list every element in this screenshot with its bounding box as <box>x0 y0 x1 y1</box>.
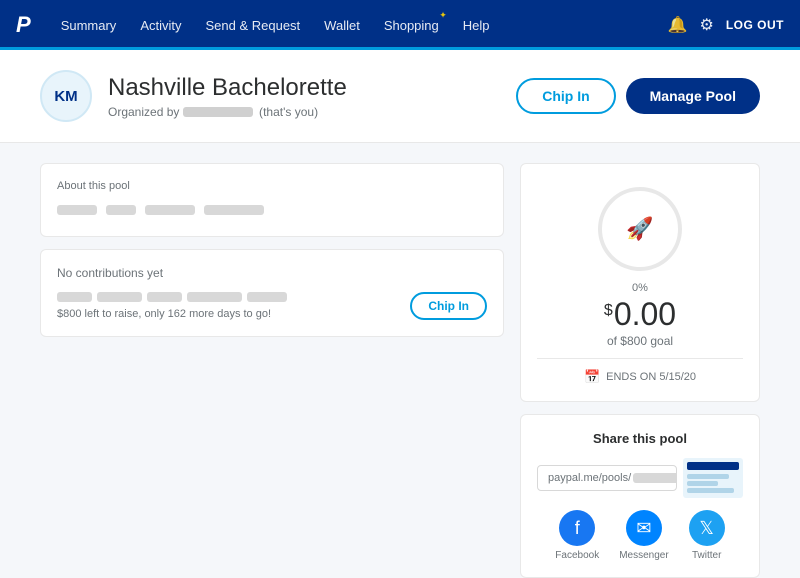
nav-links: Summary Activity Send & Request Wallet S… <box>51 0 668 50</box>
preview-bar-1 <box>687 474 729 479</box>
preview-bar-dark <box>687 462 739 470</box>
ends-row: 📅 ENDS ON 5/15/20 <box>584 369 696 385</box>
preview-bar-2 <box>687 481 718 486</box>
logout-button[interactable]: LOG OUT <box>726 18 784 32</box>
main-content: About this pool No contributions yet <box>0 143 800 515</box>
goal-text: of $800 goal <box>607 334 673 348</box>
header-buttons: Chip In Manage Pool <box>516 78 760 114</box>
cblur-1 <box>57 292 92 302</box>
social-icons: f Facebook ✉ Messenger 𝕏 Twitter <box>537 510 743 561</box>
pool-title: Nashville Bachelorette <box>108 74 347 102</box>
facebook-button[interactable]: f Facebook <box>555 510 599 561</box>
ends-label: ENDS ON 5/15/20 <box>606 371 696 383</box>
calendar-icon: 📅 <box>584 369 600 385</box>
cblur-2 <box>97 292 142 302</box>
navigation: P Summary Activity Send & Request Wallet… <box>0 0 800 50</box>
cblur-4 <box>187 292 242 302</box>
twitter-label: Twitter <box>692 550 721 561</box>
preview-bar-3 <box>687 488 734 493</box>
right-panel: 🚀 0% $ 0.00 of $800 goal 📅 ENDS ON 5/15/… <box>520 163 760 495</box>
about-card-content <box>57 202 487 220</box>
share-link-box[interactable]: paypal.me/pools/ <box>537 465 677 491</box>
link-blur <box>633 473 677 483</box>
nav-link-wallet[interactable]: Wallet <box>314 0 370 50</box>
divider <box>537 358 743 359</box>
contributions-card: No contributions yet $800 left to raise,… <box>40 249 504 337</box>
pool-header: KM Nashville Bachelorette Organized by (… <box>0 50 800 143</box>
twitter-icon: 𝕏 <box>689 510 725 546</box>
pool-subtitle: Organized by (that's you) <box>108 105 347 119</box>
nav-link-activity[interactable]: Activity <box>130 0 191 50</box>
pool-info: Nashville Bachelorette Organized by (tha… <box>108 74 347 119</box>
share-preview <box>683 458 743 498</box>
nav-actions: 🔔 ⚙ LOG OUT <box>668 15 784 35</box>
chip-in-button-header[interactable]: Chip In <box>516 78 615 114</box>
dollar-sign: $ <box>604 302 613 320</box>
avatar: KM <box>40 70 92 122</box>
share-link-row: paypal.me/pools/ <box>537 458 743 498</box>
blur-text-4 <box>204 205 264 215</box>
facebook-label: Facebook <box>555 550 599 561</box>
percent-text: 0% <box>632 282 648 294</box>
blur-text-2 <box>106 205 136 215</box>
gear-icon[interactable]: ⚙ <box>699 15 713 35</box>
contributions-row: $800 left to raise, only 162 more days t… <box>57 292 487 320</box>
contrib-blurs <box>57 292 287 302</box>
share-title: Share this pool <box>537 431 743 446</box>
rocket-icon: 🚀 <box>626 216 653 242</box>
pool-header-left: KM Nashville Bachelorette Organized by (… <box>40 70 347 122</box>
nav-link-send-request[interactable]: Send & Request <box>195 0 310 50</box>
chip-in-button-card[interactable]: Chip In <box>410 292 487 320</box>
blur-text-1 <box>57 205 97 215</box>
nav-link-help[interactable]: Help <box>453 0 500 50</box>
nav-link-summary[interactable]: Summary <box>51 0 127 50</box>
amount-value: 0.00 <box>614 298 676 330</box>
paypal-logo: P <box>16 12 31 38</box>
cblur-3 <box>147 292 182 302</box>
cblur-5 <box>247 292 287 302</box>
share-card: Share this pool paypal.me/pools/ f Faceb… <box>520 414 760 578</box>
left-panel: About this pool No contributions yet <box>40 163 504 495</box>
messenger-label: Messenger <box>619 550 668 561</box>
contrib-progress-text: $800 left to raise, only 162 more days t… <box>57 308 287 320</box>
no-contributions-label: No contributions yet <box>57 266 487 280</box>
progress-circle: 🚀 <box>595 184 685 274</box>
twitter-button[interactable]: 𝕏 Twitter <box>689 510 725 561</box>
blur-text-3 <box>145 205 195 215</box>
messenger-icon: ✉ <box>626 510 662 546</box>
contrib-left: $800 left to raise, only 162 more days t… <box>57 292 287 320</box>
progress-card: 🚀 0% $ 0.00 of $800 goal 📅 ENDS ON 5/15/… <box>520 163 760 402</box>
facebook-icon: f <box>559 510 595 546</box>
notification-icon[interactable]: 🔔 <box>668 15 688 35</box>
star-icon: ✦ <box>439 10 447 21</box>
about-card-label: About this pool <box>57 180 487 192</box>
messenger-button[interactable]: ✉ Messenger <box>619 510 668 561</box>
about-card: About this pool <box>40 163 504 237</box>
manage-pool-button[interactable]: Manage Pool <box>626 78 760 114</box>
amount-display: $ 0.00 <box>604 298 676 330</box>
nav-link-shopping[interactable]: Shopping✦ <box>374 0 449 50</box>
